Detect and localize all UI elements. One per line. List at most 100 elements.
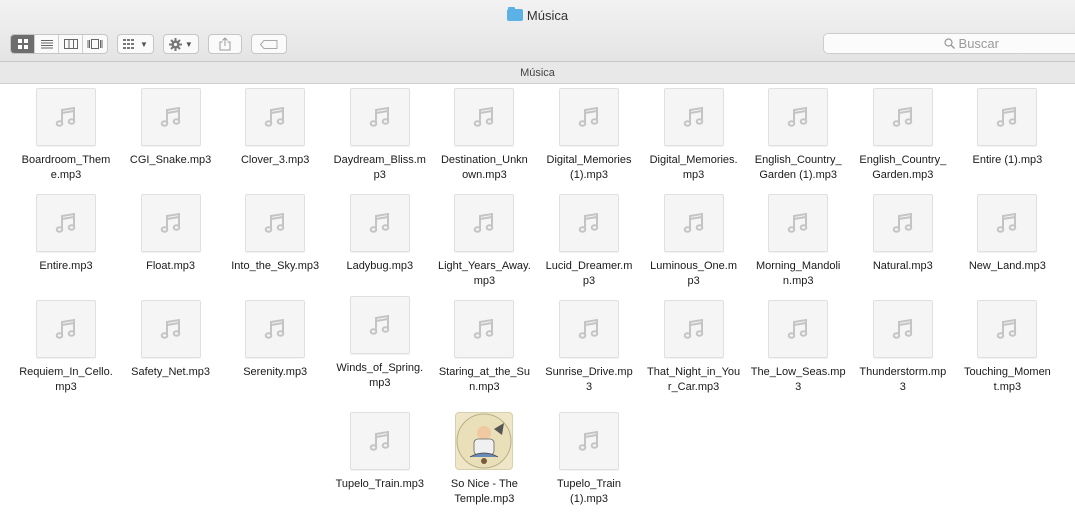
file-item[interactable]: Touching_Momen t.mp3 <box>955 300 1059 395</box>
file-name: Entire (1).mp3 <box>972 154 1043 166</box>
music-file-icon <box>768 194 829 252</box>
file-item[interactable]: Ladybug.mp3 <box>328 194 432 274</box>
cover-flow-icon <box>87 39 103 49</box>
file-name: The_Low_Seas.mp 3 <box>750 366 846 393</box>
file-item[interactable]: Tupelo_Train.mp3 <box>328 412 432 492</box>
icon-view-icon <box>17 39 28 49</box>
music-file-icon <box>245 88 306 146</box>
share-icon <box>219 37 231 51</box>
file-item[interactable]: Clover_3.mp3 <box>223 88 327 168</box>
folder-icon <box>506 7 523 21</box>
tag-button[interactable] <box>250 34 287 54</box>
share-button[interactable] <box>207 34 242 54</box>
music-file-icon <box>977 194 1038 252</box>
file-item[interactable]: Float.mp3 <box>119 194 223 274</box>
file-item[interactable]: So Nice - The Temple.mp3 <box>432 412 536 507</box>
file-item[interactable]: New_Land.mp3 <box>955 194 1059 274</box>
file-name: English_Country_ Garden (1).mp3 <box>754 154 842 181</box>
music-file-icon <box>559 300 619 358</box>
file-name: Digital_Memories (1).mp3 <box>546 154 632 181</box>
file-name: That_Night_in_You r_Car.mp3 <box>647 366 741 393</box>
path-bar: Música <box>0 62 1075 84</box>
column-view-button[interactable] <box>59 35 83 53</box>
music-file-icon <box>872 88 933 146</box>
action-button[interactable]: ▼ <box>162 34 199 54</box>
file-name: Light_Years_Away. mp3 <box>438 260 531 287</box>
music-file-icon <box>36 300 96 358</box>
music-file-icon <box>559 88 619 146</box>
file-item[interactable]: Lucid_Dreamer.m p3 <box>537 194 641 289</box>
file-name: Boardroom_Them e.mp3 <box>21 154 111 181</box>
music-file-icon <box>872 194 933 252</box>
music-file-icon <box>454 300 515 358</box>
file-item[interactable]: CGI_Snake.mp3 <box>119 88 223 168</box>
search-field[interactable]: Buscar <box>823 33 1075 54</box>
file-item[interactable]: Sunrise_Drive.mp 3 <box>537 300 641 395</box>
icon-view-button[interactable] <box>11 35 35 53</box>
file-item[interactable]: Winds_of_Spring. mp3 <box>328 296 432 391</box>
file-name: CGI_Snake.mp3 <box>129 154 212 166</box>
music-file-icon <box>140 88 201 146</box>
file-name: Natural.mp3 <box>872 260 933 272</box>
music-file-icon <box>36 88 96 146</box>
file-name: Touching_Momen t.mp3 <box>963 366 1051 393</box>
file-name: Daydream_Bliss.m p3 <box>333 154 426 181</box>
file-item[interactable]: Luminous_One.m p3 <box>642 194 746 289</box>
file-item[interactable]: Safety_Net.mp3 <box>119 300 223 380</box>
album-artwork-icon <box>455 412 514 470</box>
music-file-icon <box>454 88 515 146</box>
music-file-icon <box>140 194 201 252</box>
file-item[interactable]: Natural.mp3 <box>851 194 955 274</box>
file-name: Digital_Memories. mp3 <box>649 154 738 181</box>
chevron-down-icon: ▼ <box>184 39 193 49</box>
file-item[interactable]: English_Country_ Garden (1).mp3 <box>746 88 850 183</box>
file-name: Safety_Net.mp3 <box>131 366 211 378</box>
music-file-icon <box>559 194 619 252</box>
file-item[interactable]: Staring_at_the_Su n.mp3 <box>432 300 536 395</box>
music-file-icon <box>663 194 724 252</box>
file-item[interactable]: Tupelo_Train (1).mp3 <box>537 412 641 507</box>
file-item[interactable]: Light_Years_Away. mp3 <box>432 194 536 289</box>
file-name: Thunderstorm.mp 3 <box>859 366 947 393</box>
file-name: Float.mp3 <box>146 260 196 272</box>
file-name: Sunrise_Drive.mp 3 <box>545 366 633 393</box>
file-item[interactable]: Entire (1).mp3 <box>955 88 1059 168</box>
file-item[interactable]: Serenity.mp3 <box>223 300 327 380</box>
cover-flow-button[interactable] <box>83 35 107 53</box>
file-item[interactable]: Entire.mp3 <box>14 194 118 274</box>
file-name: New_Land.mp3 <box>968 260 1046 272</box>
file-item[interactable]: That_Night_in_You r_Car.mp3 <box>642 300 746 395</box>
file-item[interactable]: Daydream_Bliss.m p3 <box>328 88 432 183</box>
file-item[interactable]: The_Low_Seas.mp 3 <box>746 300 850 395</box>
file-item[interactable]: Requiem_In_Cello. mp3 <box>14 300 118 395</box>
file-name: Entire.mp3 <box>39 260 93 272</box>
file-name: Tupelo_Train.mp3 <box>335 478 425 490</box>
file-item[interactable]: Into_the_Sky.mp3 <box>223 194 327 274</box>
search-icon <box>943 38 955 49</box>
list-view-button[interactable] <box>35 35 59 53</box>
file-item[interactable]: Digital_Memories (1).mp3 <box>537 88 641 183</box>
file-name: So Nice - The Temple.mp3 <box>450 478 518 505</box>
file-name: Tupelo_Train (1).mp3 <box>557 478 621 505</box>
file-item[interactable]: Morning_Mandoli n.mp3 <box>746 194 850 289</box>
file-name: English_Country_ Garden.mp3 <box>859 154 947 181</box>
toolbar: ▼ ▼ <box>10 33 287 55</box>
file-item[interactable]: Boardroom_Them e.mp3 <box>14 88 118 183</box>
file-name: Lucid_Dreamer.m p3 <box>545 260 633 287</box>
arrange-button[interactable]: ▼ <box>117 34 154 54</box>
file-item[interactable]: Destination_Unkn own.mp3 <box>432 88 536 183</box>
file-name: Morning_Mandoli n.mp3 <box>755 260 841 287</box>
chevron-down-icon: ▼ <box>140 39 148 49</box>
music-file-icon <box>977 300 1038 358</box>
music-file-icon <box>349 296 410 354</box>
music-file-icon <box>663 300 724 358</box>
window-toolbar: Música ▼ ▼ Buscar <box>0 0 1075 62</box>
file-item[interactable]: Digital_Memories. mp3 <box>642 88 746 183</box>
column-view-icon <box>63 39 78 49</box>
music-file-icon <box>977 88 1038 146</box>
file-item[interactable]: Thunderstorm.mp 3 <box>851 300 955 395</box>
file-name: Staring_at_the_Su n.mp3 <box>438 366 530 393</box>
list-view-icon <box>40 40 53 49</box>
file-item[interactable]: English_Country_ Garden.mp3 <box>851 88 955 183</box>
music-file-icon <box>768 300 829 358</box>
